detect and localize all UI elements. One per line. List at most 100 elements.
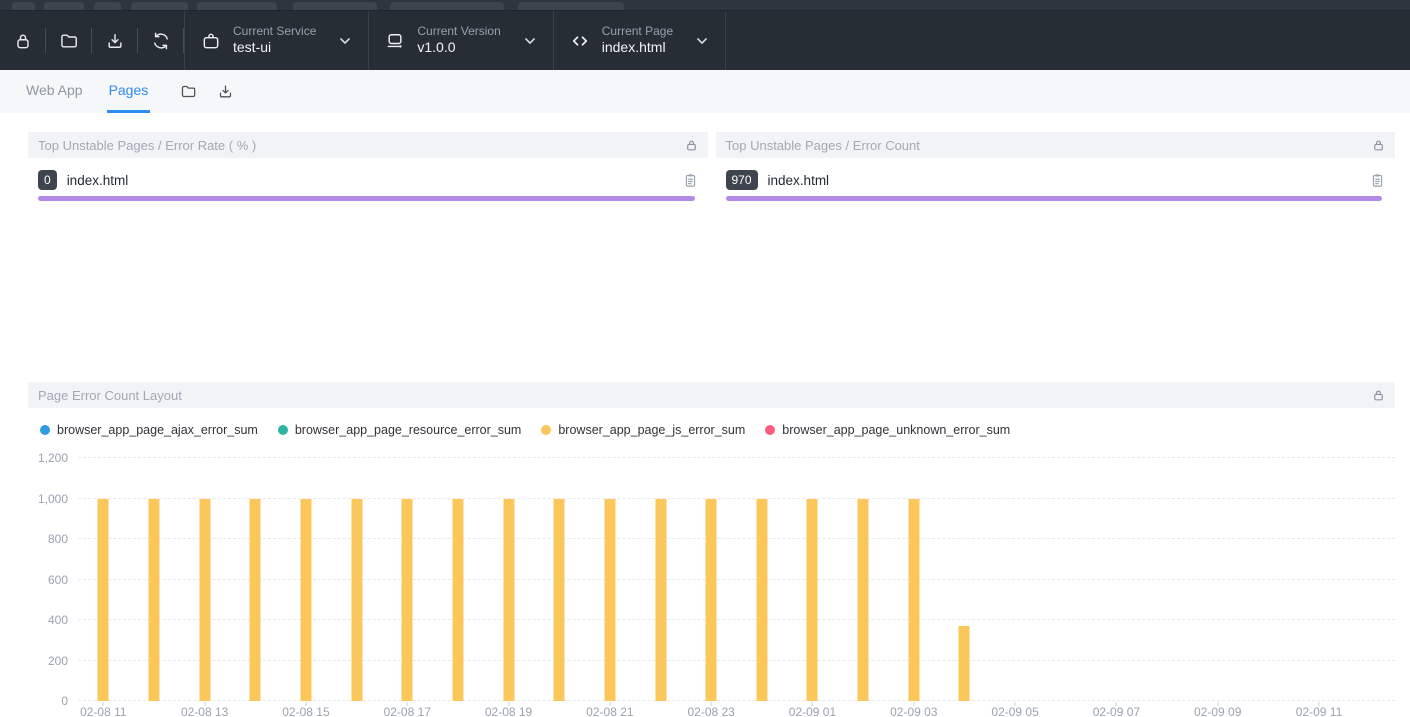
x-axis-tick-label: 02-08 11	[80, 705, 126, 717]
unstable-page-list-item[interactable]: 0 index.html	[28, 158, 708, 190]
y-axis-tick-label: 0	[28, 694, 68, 708]
gridline	[78, 498, 1395, 499]
gridline	[78, 538, 1395, 539]
browser-monitoring-page: Current Service test-ui Current Version …	[0, 0, 1410, 717]
chart-bar	[959, 626, 970, 701]
tab-pages[interactable]: Pages	[107, 70, 151, 113]
chart-bar	[300, 499, 311, 702]
y-axis-tick-label: 200	[28, 654, 68, 668]
panel-lock-button[interactable]	[685, 139, 698, 152]
x-axis-tick-label: 02-08 21	[586, 705, 633, 717]
legend-label: browser_app_page_resource_error_sum	[295, 423, 522, 437]
x-axis-tick-label: 02-09 09	[1194, 705, 1241, 717]
chart-bar	[199, 499, 210, 702]
copy-button[interactable]	[683, 173, 698, 188]
top-cropped-button[interactable]	[390, 2, 504, 10]
value-badge: 970	[726, 170, 758, 190]
top-panels-row: Top Unstable Pages / Error Rate ( % ) 0 …	[28, 132, 1395, 204]
gridline	[78, 457, 1395, 458]
top-cropped-button[interactable]	[12, 2, 35, 10]
unstable-page-list-item[interactable]: 970 index.html	[716, 158, 1396, 190]
y-axis-tick-label: 400	[28, 613, 68, 627]
top-cropped-button[interactable]	[131, 2, 188, 10]
panel-title: Top Unstable Pages / Error Rate ( % )	[38, 138, 256, 153]
folder-button[interactable]	[46, 11, 91, 70]
refresh-button[interactable]	[138, 11, 183, 70]
chart-bar	[908, 499, 919, 702]
x-axis-tick-label: 02-08 13	[181, 705, 228, 717]
top-cropped-button[interactable]	[293, 2, 377, 10]
x-axis-tick-label: 02-08 17	[384, 705, 431, 717]
x-axis-tick-label: 02-09 03	[890, 705, 937, 717]
refresh-icon	[151, 31, 171, 51]
legend-label: browser_app_page_unknown_error_sum	[782, 423, 1010, 437]
code-icon	[570, 31, 590, 51]
chevron-down-icon	[523, 34, 537, 48]
tab-bar-actions	[180, 70, 234, 113]
service-icon	[201, 31, 221, 51]
x-axis-tick-label: 02-09 05	[991, 705, 1038, 717]
copy-icon	[683, 173, 698, 188]
chart-bar	[655, 499, 666, 702]
x-axis-tick-label: 02-09 01	[789, 705, 836, 717]
lock-button[interactable]	[0, 11, 45, 70]
gridline	[78, 700, 1395, 701]
page-name: index.html	[768, 173, 830, 188]
panel-title: Page Error Count Layout	[38, 388, 182, 403]
chart-bar	[807, 499, 818, 702]
gridline	[78, 619, 1395, 620]
copy-icon	[1370, 173, 1385, 188]
error-rate-panel-header: Top Unstable Pages / Error Rate ( % )	[28, 132, 708, 158]
chart-bar	[148, 499, 159, 702]
rank-value-bar	[726, 196, 1383, 201]
chart-legend: browser_app_page_ajax_error_sum browser_a…	[40, 420, 1395, 440]
current-version-dropdown[interactable]: Current Version v1.0.0	[368, 11, 552, 70]
chart-bar	[98, 499, 109, 702]
chart-bar	[706, 499, 717, 702]
current-page-dropdown[interactable]: Current Page index.html	[553, 11, 726, 70]
legend-dot	[40, 425, 50, 435]
legend-item[interactable]: browser_app_page_ajax_error_sum	[40, 423, 258, 437]
panel-lock-button[interactable]	[1372, 389, 1385, 402]
legend-item[interactable]: browser_app_page_js_error_sum	[541, 423, 745, 437]
download-icon[interactable]	[217, 83, 234, 100]
tab-web-app[interactable]: Web App	[24, 70, 85, 113]
current-version-value: v1.0.0	[417, 39, 500, 57]
top-cropped-button[interactable]	[197, 2, 277, 10]
current-service-dropdown[interactable]: Current Service test-ui	[184, 11, 368, 70]
laptop-icon	[385, 31, 405, 51]
legend-dot	[765, 425, 775, 435]
toolbar: Current Service test-ui Current Version …	[0, 10, 1410, 70]
chevron-down-icon	[338, 34, 352, 48]
panel-lock-icon	[1372, 389, 1385, 402]
current-page-value: index.html	[602, 39, 673, 57]
current-service-value: test-ui	[233, 39, 316, 57]
legend-dot	[541, 425, 551, 435]
top-cropped-row	[0, 0, 1410, 10]
x-axis-tick-label: 02-09 11	[1296, 705, 1342, 717]
lock-icon	[13, 31, 33, 51]
chart-bar	[554, 499, 565, 702]
download-icon	[105, 31, 125, 51]
chart-bar	[756, 499, 767, 702]
panel-lock-button[interactable]	[1372, 139, 1385, 152]
legend-item[interactable]: browser_app_page_resource_error_sum	[278, 423, 522, 437]
page-error-count-panel: Page Error Count Layout browser_app_page…	[28, 382, 1395, 717]
chart-bar	[402, 499, 413, 702]
folder-icon[interactable]	[180, 83, 197, 100]
panel-title: Top Unstable Pages / Error Count	[726, 138, 920, 153]
chart-y-axis: 02004006008001,0001,200	[28, 458, 68, 701]
top-cropped-button[interactable]	[518, 2, 624, 10]
current-version-label: Current Version	[417, 24, 500, 39]
x-axis-tick-label: 02-08 23	[687, 705, 734, 717]
top-cropped-button[interactable]	[94, 2, 121, 10]
copy-button[interactable]	[1370, 173, 1385, 188]
tab-bar: Web App Pages	[0, 70, 1410, 113]
y-axis-tick-label: 1,000	[28, 492, 68, 506]
chevron-down-icon	[695, 34, 709, 48]
legend-dot	[278, 425, 288, 435]
export-button[interactable]	[92, 11, 137, 70]
legend-item[interactable]: browser_app_page_unknown_error_sum	[765, 423, 1010, 437]
top-cropped-button[interactable]	[44, 2, 84, 10]
gridline	[78, 579, 1395, 580]
